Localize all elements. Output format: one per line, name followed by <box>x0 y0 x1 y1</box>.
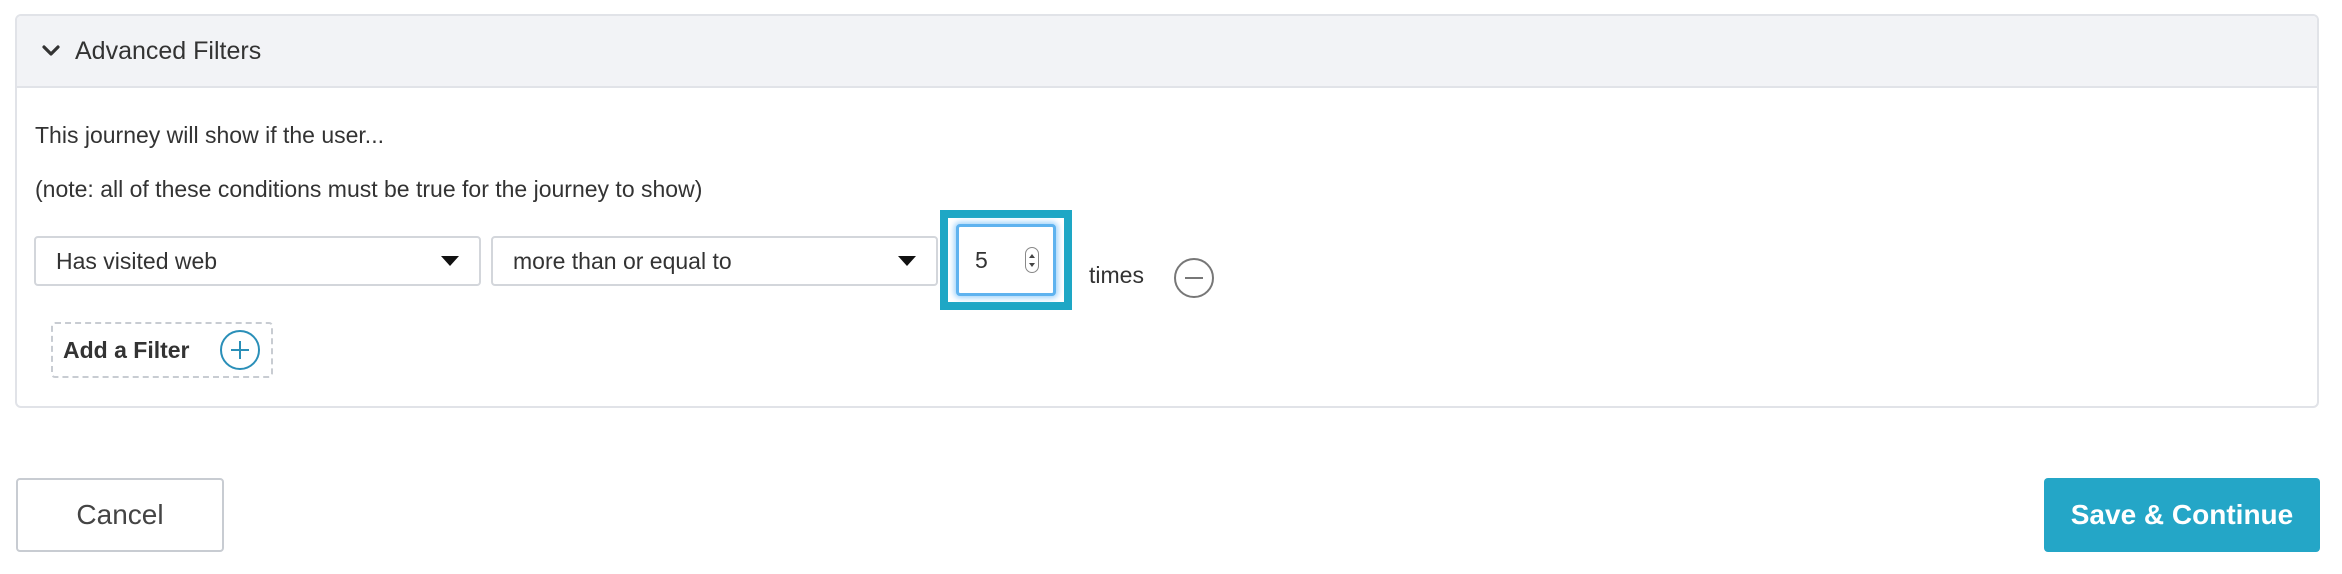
save-continue-button[interactable]: Save & Continue <box>2044 478 2320 552</box>
advanced-filters-panel: Advanced Filters <box>15 14 2319 408</box>
condition-select-value: Has visited web <box>56 247 218 274</box>
advanced-filters-header[interactable]: Advanced Filters <box>17 16 2317 88</box>
caret-down-icon <box>441 256 459 266</box>
plus-circle-icon[interactable] <box>219 329 261 371</box>
journey-description: This journey will show if the user... <box>35 122 384 148</box>
caret-down-icon <box>898 256 916 266</box>
conditions-note: (note: all of these conditions must be t… <box>35 176 703 202</box>
times-label: times <box>1089 262 1144 288</box>
operator-select-value: more than or equal to <box>513 247 732 274</box>
minus-circle-icon <box>1174 258 1214 298</box>
number-spinner[interactable] <box>1025 247 1039 273</box>
condition-select[interactable]: Has visited web <box>34 236 481 286</box>
spinner-down-icon[interactable] <box>1029 262 1035 267</box>
cancel-button[interactable]: Cancel <box>16 478 224 552</box>
spinner-up-icon[interactable] <box>1029 253 1035 258</box>
operator-select[interactable]: more than or equal to <box>491 236 938 286</box>
add-filter-button[interactable]: Add a Filter <box>51 322 273 378</box>
remove-filter-button[interactable] <box>1173 257 1215 299</box>
add-filter-label: Add a Filter <box>63 336 190 363</box>
chevron-down-icon[interactable] <box>39 39 63 63</box>
panel-title: Advanced Filters <box>75 36 262 65</box>
visit-count-value: 5 <box>975 246 988 273</box>
visit-count-input[interactable]: 5 <box>956 224 1056 296</box>
